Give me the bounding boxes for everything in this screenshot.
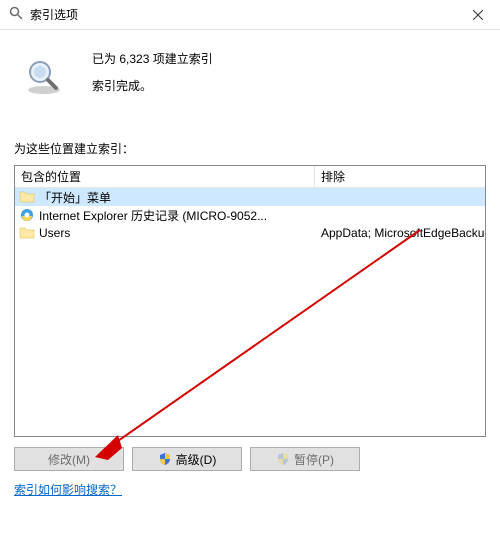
folder-icon (19, 189, 35, 205)
folder-icon (19, 225, 35, 241)
cell-included: Users (15, 225, 315, 241)
list-body: 「开始」菜单Internet Explorer 历史记录 (MICRO-9052… (15, 188, 485, 436)
indexed-count: 已为 6,323 项建立索引 (92, 50, 213, 67)
status-lines: 已为 6,323 项建立索引 索引完成。 (92, 50, 213, 104)
titlebar: 索引选项 (0, 0, 500, 30)
column-included[interactable]: 包含的位置 (15, 166, 315, 187)
list-row[interactable]: 「开始」菜单 (15, 188, 485, 206)
advanced-button[interactable]: 高级(D) (132, 447, 242, 471)
close-icon (473, 10, 483, 20)
index-done: 索引完成。 (92, 77, 213, 94)
modify-button[interactable]: 修改(M) (14, 447, 124, 471)
list-row[interactable]: Users AppData; MicrosoftEdgeBackups; AppD… (15, 224, 485, 242)
ie-icon (19, 207, 35, 223)
pause-button[interactable]: 暂停(P) (250, 447, 360, 471)
list-header: 包含的位置 排除 (15, 166, 485, 188)
shield-icon (158, 452, 172, 466)
locations-listbox[interactable]: 包含的位置 排除 「开始」菜单Internet Explorer 历史记录 (M… (14, 165, 486, 437)
dialog-content: 已为 6,323 项建立索引 索引完成。 为这些位置建立索引： 包含的位置 排除… (0, 30, 500, 498)
row-label: Users (39, 226, 70, 240)
list-row[interactable]: Internet Explorer 历史记录 (MICRO-9052... (15, 206, 485, 224)
column-excluded[interactable]: 排除 (315, 166, 485, 187)
shield-icon (276, 452, 290, 466)
advanced-label: 高级(D) (176, 451, 217, 468)
window-title: 索引选项 (30, 6, 78, 23)
app-icon (8, 5, 24, 24)
status-area: 已为 6,323 项建立索引 索引完成。 (14, 40, 486, 134)
cell-included: 「开始」菜单 (15, 189, 315, 206)
close-button[interactable] (455, 0, 500, 30)
buttons-row: 修改(M) 高级(D) 暂停(P) (14, 447, 486, 471)
help-link[interactable]: 索引如何影响搜索？ (14, 481, 122, 498)
row-label: Internet Explorer 历史记录 (MICRO-9052... (39, 207, 267, 224)
cell-excluded: AppData; MicrosoftEdgeBackups; AppData (315, 226, 485, 240)
pause-label: 暂停(P) (294, 451, 334, 468)
magnifier-icon (24, 56, 64, 96)
cell-included: Internet Explorer 历史记录 (MICRO-9052... (15, 207, 315, 224)
locations-label: 为这些位置建立索引： (14, 140, 486, 157)
row-label: 「开始」菜单 (39, 189, 111, 206)
